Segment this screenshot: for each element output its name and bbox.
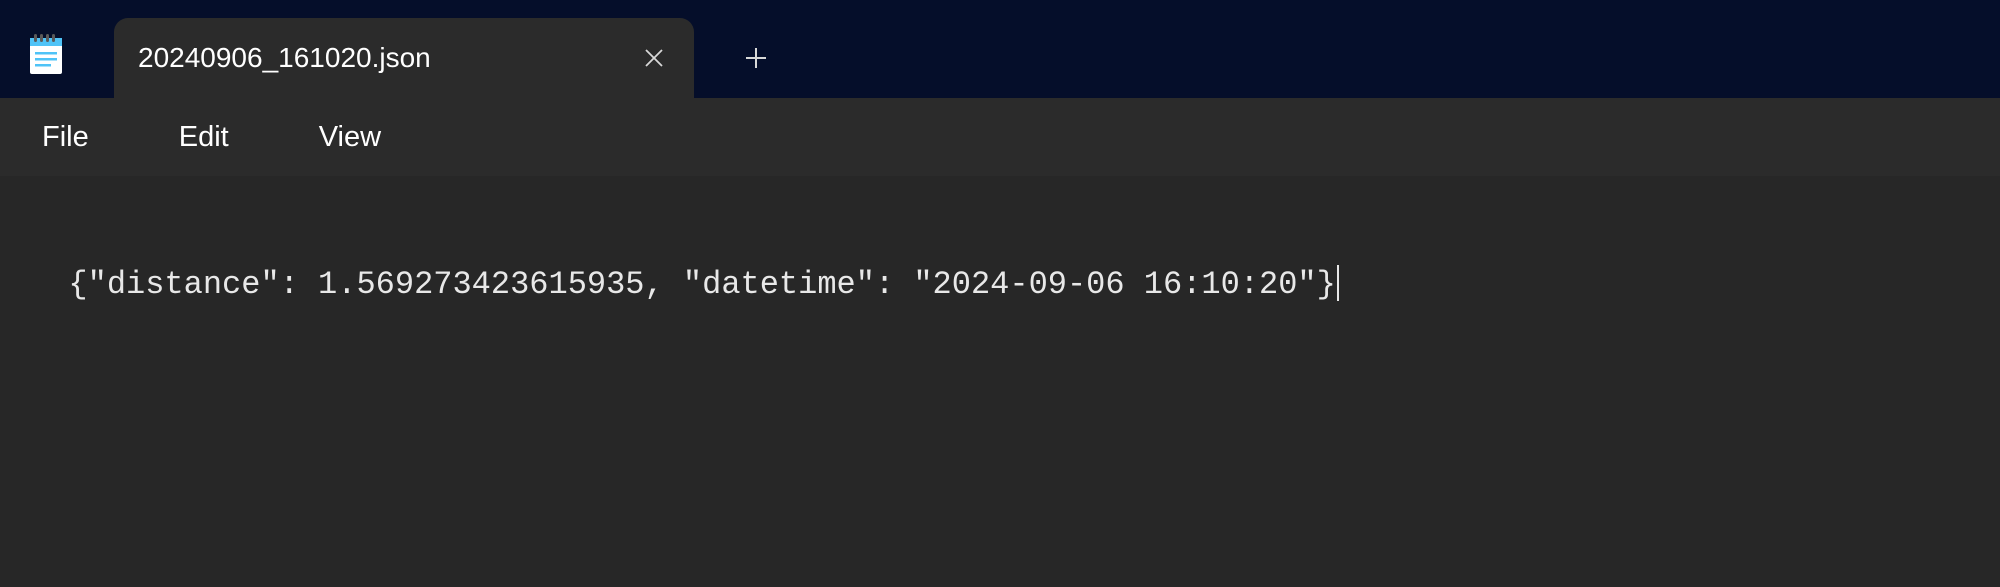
active-tab[interactable]: 20240906_161020.json <box>114 18 694 98</box>
title-bar: 20240906_161020.json <box>0 0 2000 98</box>
tab-title: 20240906_161020.json <box>138 42 632 74</box>
close-tab-button[interactable] <box>632 36 676 80</box>
notepad-icon <box>28 32 64 76</box>
text-editor[interactable]: {"distance": 1.569273423615935, "datetim… <box>0 176 2000 587</box>
editor-content: {"distance": 1.569273423615935, "datetim… <box>68 266 1335 303</box>
menu-view[interactable]: View <box>311 115 389 160</box>
menu-edit[interactable]: Edit <box>171 115 237 160</box>
notepad-app-icon <box>28 32 64 76</box>
text-cursor <box>1337 265 1339 301</box>
new-tab-button[interactable] <box>726 28 786 88</box>
menu-bar: File Edit View <box>0 98 2000 176</box>
menu-file[interactable]: File <box>34 115 97 160</box>
plus-icon <box>744 46 768 70</box>
close-icon <box>644 48 664 68</box>
